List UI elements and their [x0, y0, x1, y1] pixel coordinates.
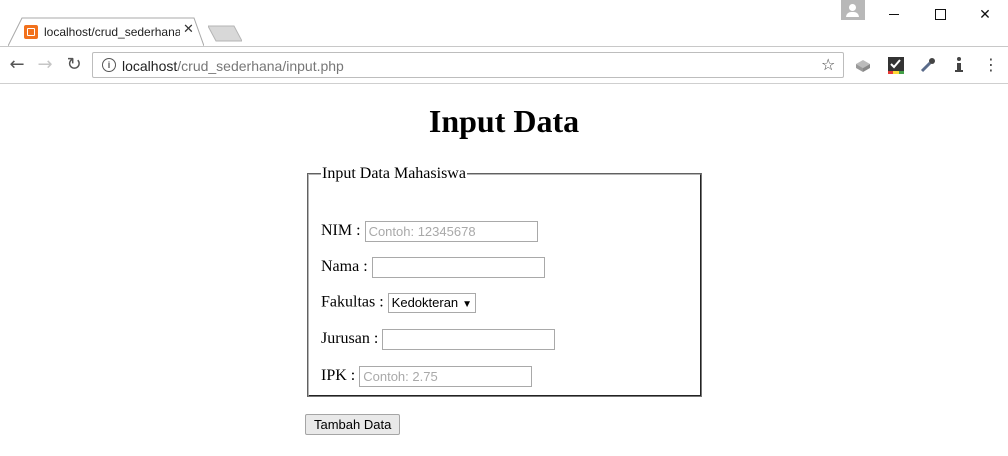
new-tab-button[interactable] [208, 25, 242, 42]
url-path: /crud_sederhana/input.php [177, 58, 344, 74]
back-arrow-icon[interactable]: ← [5, 53, 29, 77]
nama-label: Nama : [321, 258, 368, 276]
fakultas-label: Fakultas : [321, 293, 384, 311]
reload-icon[interactable]: ↻ [62, 53, 86, 77]
fieldset-legend: Input Data Mahasiswa [322, 165, 466, 182]
bookmark-star-icon[interactable]: ☆ [821, 55, 835, 74]
nim-row: NIM : [321, 221, 538, 242]
nim-label: NIM : [321, 222, 361, 240]
extension-checklist-icon[interactable] [887, 56, 905, 74]
maximize-button[interactable] [917, 0, 963, 30]
browser-menu-icon[interactable]: ⋮ [981, 55, 1001, 75]
info-extension-icon[interactable] [950, 56, 968, 74]
ipk-input[interactable] [359, 366, 533, 387]
info-icon[interactable]: i [102, 58, 116, 72]
browser-toolbar: ← → ↻ i localhost/crud_sederhana/input.p… [0, 46, 1008, 84]
nim-input[interactable] [364, 221, 538, 242]
page-title: Input Data [428, 103, 580, 139]
student-form-fieldset: Input Data Mahasiswa NIM : Nama : Fakult… [307, 165, 702, 397]
fakultas-select[interactable]: Kedokteran ▼ [387, 293, 477, 313]
jurusan-label: Jurusan : [321, 330, 379, 348]
eyedropper-icon[interactable] [919, 56, 937, 74]
url-host: localhost [122, 58, 178, 74]
tab-close-icon[interactable]: ✕ [183, 22, 194, 37]
minimize-button[interactable] [871, 0, 917, 30]
profile-icon[interactable] [841, 0, 865, 20]
address-bar[interactable]: i localhost/crud_sederhana/input.php ☆ [92, 52, 844, 78]
xampp-favicon-icon [24, 25, 38, 39]
tambah-data-button[interactable]: Tambah Data [305, 414, 401, 435]
fakultas-row: Fakultas : Kedokteran ▼ [321, 293, 477, 313]
extension-cube-icon[interactable] [854, 56, 872, 74]
url-text[interactable]: localhost/crud_sederhana/input.php [122, 58, 344, 74]
ipk-label: IPK : [321, 367, 356, 385]
close-window-button[interactable]: ✕ [962, 0, 1008, 30]
browser-tab[interactable]: localhost/crud_sederhana ✕ [8, 17, 204, 46]
tab-title: localhost/crud_sederhana [44, 25, 180, 39]
dropdown-arrow-icon: ▼ [462, 299, 473, 310]
nama-input[interactable] [371, 257, 545, 278]
jurusan-row: Jurusan : [321, 329, 556, 350]
nama-row: Nama : [321, 257, 545, 278]
jurusan-input[interactable] [382, 329, 556, 350]
window-titlebar: localhost/crud_sederhana ✕ ✕ [0, 0, 1008, 46]
ipk-row: IPK : [321, 366, 533, 387]
forward-arrow-icon[interactable]: → [33, 53, 57, 77]
fakultas-selected-value: Kedokteran [391, 295, 459, 310]
